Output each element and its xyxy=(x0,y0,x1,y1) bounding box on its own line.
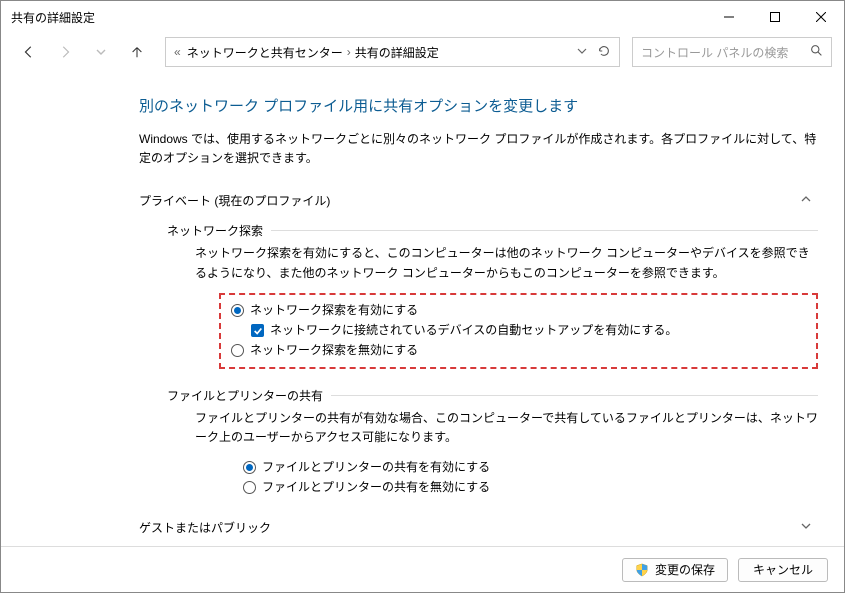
search-icon xyxy=(810,44,823,60)
radio-discovery-on[interactable]: ネットワーク探索を有効にする xyxy=(231,301,806,321)
radio-icon xyxy=(243,481,256,494)
radio-fileshare-off[interactable]: ファイルとプリンターの共有を無効にする xyxy=(243,477,818,497)
fieldset-network-discovery: ネットワーク探索 ネットワーク探索を有効にすると、このコンピューターは他のネット… xyxy=(167,222,818,368)
page-title: 別のネットワーク プロファイル用に共有オプションを変更します xyxy=(139,95,818,116)
up-button[interactable] xyxy=(121,38,153,66)
radio-fileshare-on[interactable]: ファイルとプリンターの共有を有効にする xyxy=(243,457,818,477)
radio-discovery-off-label: ネットワーク探索を無効にする xyxy=(250,341,418,360)
fieldset-file-printer-sharing: ファイルとプリンターの共有 ファイルとプリンターの共有が有効な場合、このコンピュ… xyxy=(167,387,818,497)
content-area: 別のネットワーク プロファイル用に共有オプションを変更します Windows で… xyxy=(1,71,844,546)
recent-dropdown[interactable] xyxy=(85,38,117,66)
section-private-label: プライベート (現在のプロファイル) xyxy=(139,192,330,209)
radio-fileshare-off-label: ファイルとプリンターの共有を無効にする xyxy=(262,478,490,497)
checkbox-auto-setup-label: ネットワークに接続されているデバイスの自動セットアップを有効にする。 xyxy=(270,321,677,340)
search-placeholder: コントロール パネルの検索 xyxy=(641,44,788,61)
minimize-button[interactable] xyxy=(706,1,752,33)
section-guest-label: ゲストまたはパブリック xyxy=(139,519,271,536)
radio-icon xyxy=(231,304,244,317)
breadcrumb-separator-icon: › xyxy=(347,45,351,59)
radio-fileshare-on-label: ファイルとプリンターの共有を有効にする xyxy=(262,458,490,477)
maximize-button[interactable] xyxy=(752,1,798,33)
window-title: 共有の詳細設定 xyxy=(11,9,706,26)
close-button[interactable] xyxy=(798,1,844,33)
checkbox-icon xyxy=(251,324,264,337)
file-printer-sharing-description: ファイルとプリンターの共有が有効な場合、このコンピューターで共有しているファイル… xyxy=(195,409,818,447)
chevron-up-icon xyxy=(800,193,812,208)
refresh-button[interactable] xyxy=(597,44,611,61)
footer: 変更の保存 キャンセル xyxy=(1,546,844,592)
cancel-button-label: キャンセル xyxy=(753,561,813,578)
radio-icon xyxy=(243,461,256,474)
address-bar[interactable]: « ネットワークと共有センター › 共有の詳細設定 xyxy=(165,37,620,67)
cancel-button[interactable]: キャンセル xyxy=(738,558,828,582)
legend-file-printer-sharing: ファイルとプリンターの共有 xyxy=(167,387,331,404)
page-description: Windows では、使用するネットワークごとに別々のネットワーク プロファイル… xyxy=(139,130,818,168)
network-discovery-description: ネットワーク探索を有効にすると、このコンピューターは他のネットワーク コンピュー… xyxy=(195,244,818,282)
radio-discovery-off[interactable]: ネットワーク探索を無効にする xyxy=(231,341,806,361)
checkbox-auto-setup[interactable]: ネットワークに接続されているデバイスの自動セットアップを有効にする。 xyxy=(251,321,806,341)
titlebar: 共有の詳細設定 xyxy=(1,1,844,33)
search-input[interactable]: コントロール パネルの検索 xyxy=(632,37,832,67)
save-button[interactable]: 変更の保存 xyxy=(622,558,728,582)
back-button[interactable] xyxy=(13,38,45,66)
address-dropdown-icon[interactable] xyxy=(577,45,587,59)
breadcrumb-item-sharing-settings[interactable]: 共有の詳細設定 xyxy=(355,44,439,61)
radio-discovery-on-label: ネットワーク探索を有効にする xyxy=(250,301,418,320)
breadcrumb-item-network-center[interactable]: ネットワークと共有センター xyxy=(187,44,343,61)
legend-network-discovery: ネットワーク探索 xyxy=(167,222,271,239)
save-button-label: 変更の保存 xyxy=(655,561,715,578)
radio-icon xyxy=(231,344,244,357)
chevron-down-icon xyxy=(800,520,812,535)
section-guest-header[interactable]: ゲストまたはパブリック xyxy=(139,515,818,539)
breadcrumb-back-chevrons-icon: « xyxy=(174,45,181,59)
forward-button[interactable] xyxy=(49,38,81,66)
highlight-box: ネットワーク探索を有効にする ネットワークに接続されているデバイスの自動セットア… xyxy=(219,293,818,369)
nav-row: « ネットワークと共有センター › 共有の詳細設定 コントロール パネルの検索 xyxy=(1,33,844,71)
section-private-header[interactable]: プライベート (現在のプロファイル) xyxy=(139,188,818,212)
shield-icon xyxy=(635,563,649,577)
